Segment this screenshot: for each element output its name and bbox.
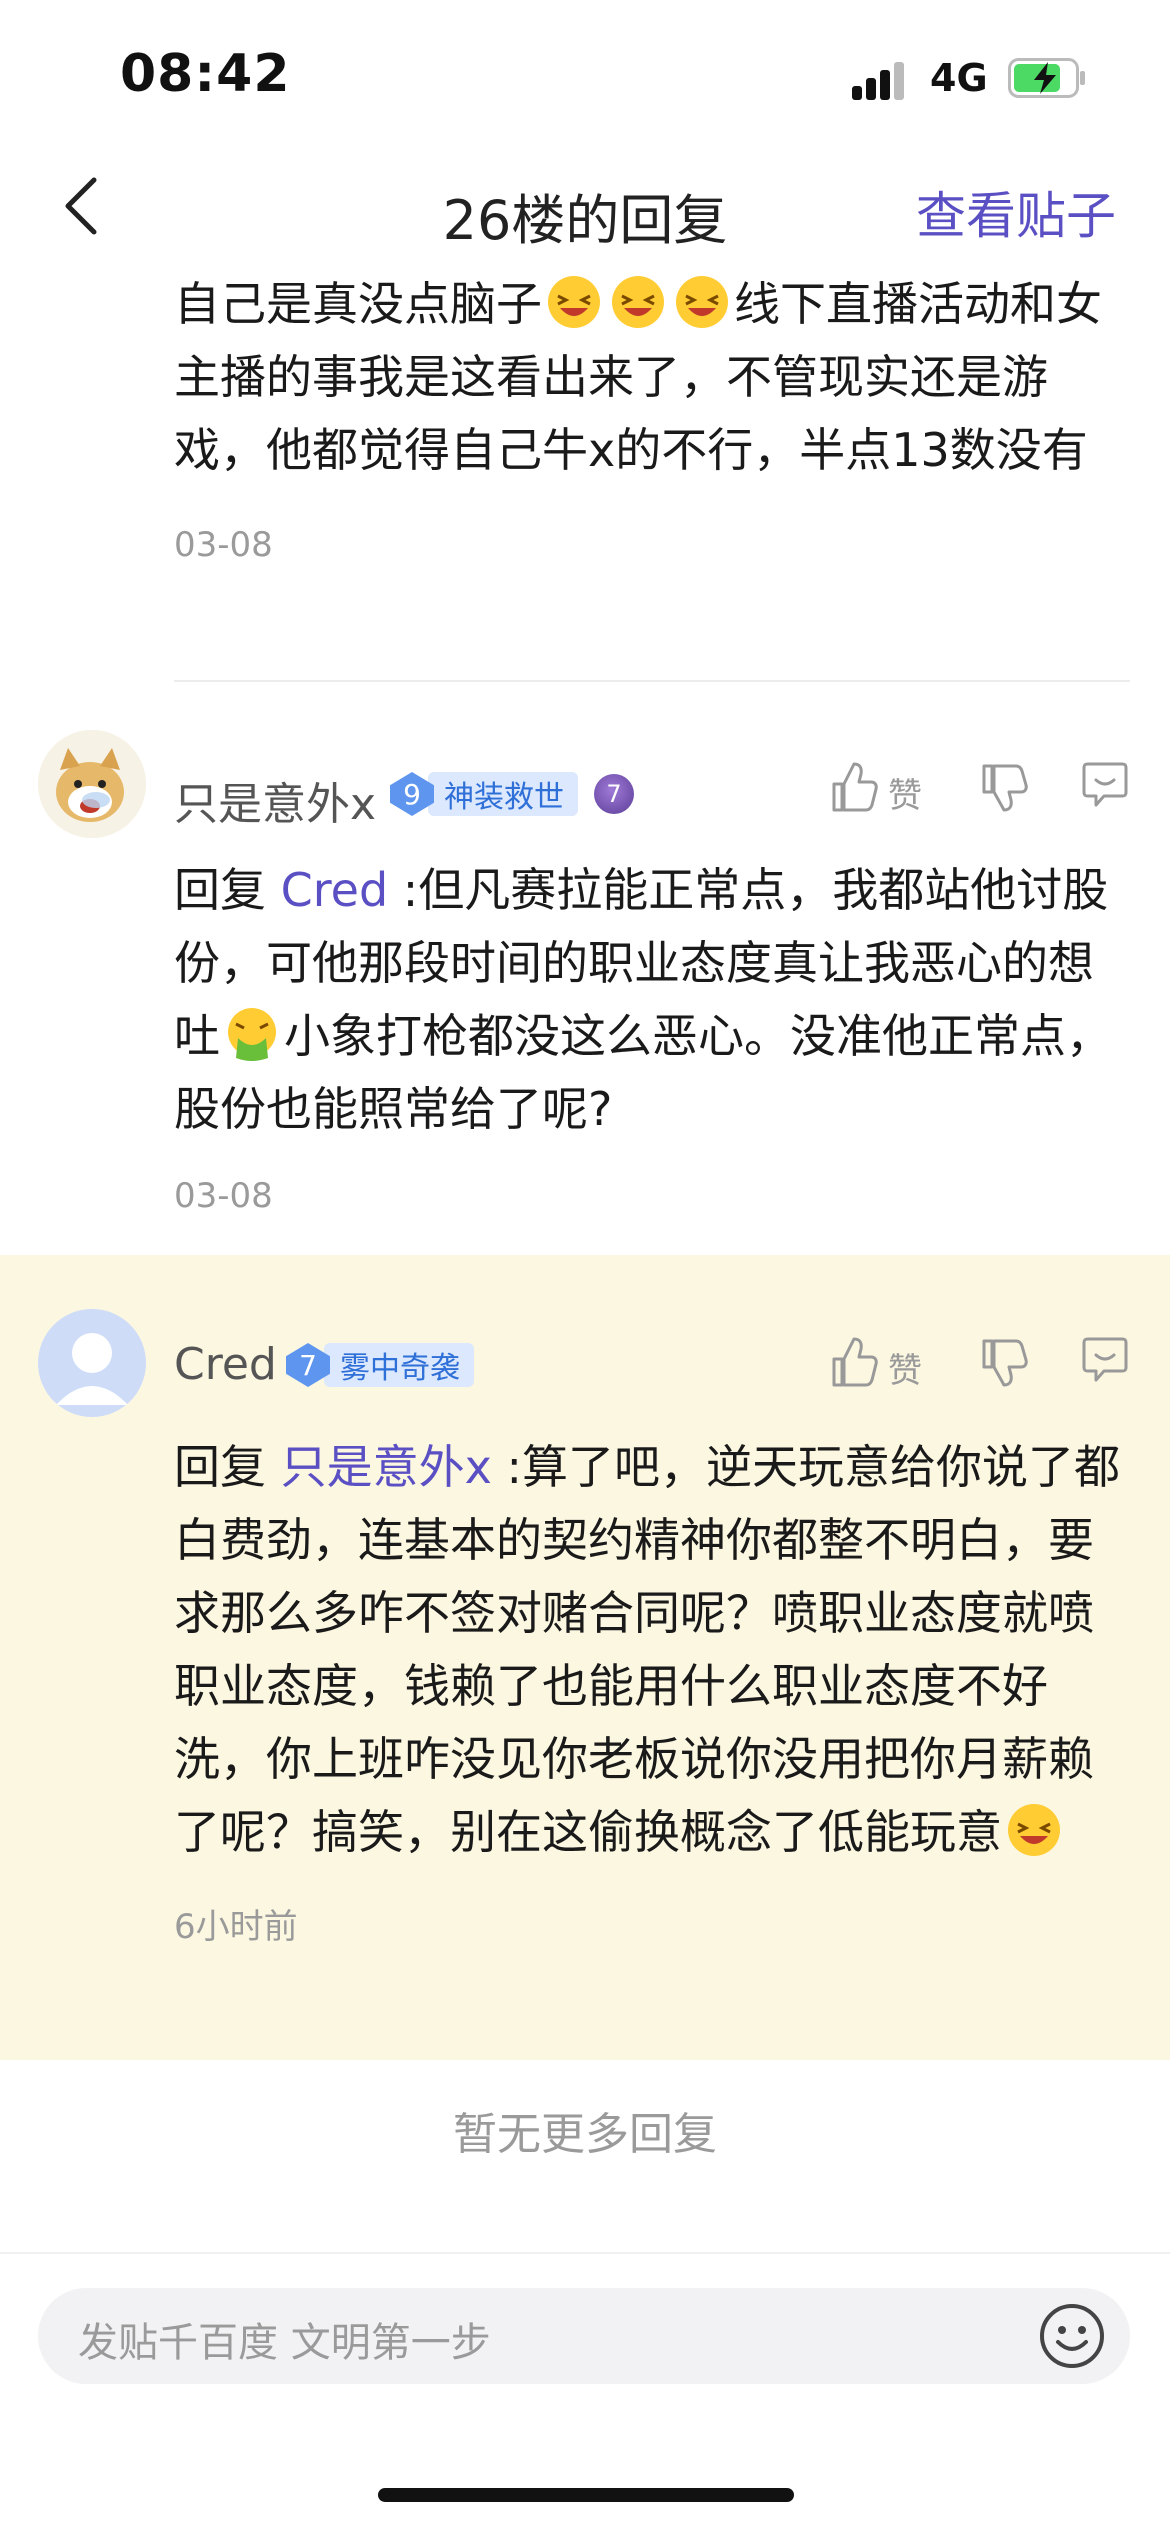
comment-actions: 赞 <box>830 760 1130 820</box>
signal-icon <box>852 60 912 100</box>
avatar[interactable] <box>38 1309 146 1417</box>
comment-actions: 赞 <box>830 1335 1130 1395</box>
level-title: 雾中奇袭 <box>324 1343 474 1387</box>
laughing-emoji <box>676 276 728 328</box>
comment-body: 回复 只是意外x :算了吧，逆天玩意给你说了都白费劲，连基本的契约精神你都整不明… <box>174 1431 1124 1948</box>
reply-mention[interactable]: Cred <box>281 863 389 917</box>
level-title: 神装救世 <box>428 772 578 816</box>
reply-prefix: 回复 <box>174 863 281 917</box>
comment-body: 回复 Cred :但凡赛拉能正常点，我都站他讨股份，可他那段时间的职业态度真让我… <box>174 854 1124 1216</box>
comment-text: 回复 只是意外x :算了吧，逆天玩意给你说了都白费劲，连基本的契约精神你都整不明… <box>174 1431 1124 1869</box>
comment-item-highlighted: Cred 7 雾中奇袭 赞 回复 只是意外x :算了吧，逆天玩意给你说了都白费劲… <box>0 1255 1170 2060</box>
no-more-replies: 暂无更多回复 <box>453 2109 717 2160</box>
top-comment: 自己是真没点脑子 线下直播活动和女主播的事我是这看出来了，不管现实还是游戏，他都觉… <box>174 268 1114 565</box>
reply-bubble-icon[interactable] <box>1080 1335 1130 1385</box>
comment-item: 只是意外x 9 神装救世 7 赞 回复 Cred :但凡赛拉能正常点，我都站他讨… <box>0 700 1170 1255</box>
divider <box>174 680 1130 682</box>
level-badge: 9 神装救世 <box>390 770 578 818</box>
network-type: 4G <box>930 56 988 100</box>
comment-text-part: 小象打枪都没这么恶心。没准他正常点，股份也能照常给了呢? <box>174 1009 1112 1136</box>
status-time: 08:42 <box>120 44 291 104</box>
comment-date: 03-08 <box>174 525 273 565</box>
divider <box>0 2252 1170 2254</box>
comment-date: 6小时前 <box>174 1907 298 1947</box>
laughing-emoji <box>548 276 600 328</box>
laughing-emoji <box>1008 1804 1060 1856</box>
comment-text: 回复 Cred :但凡赛拉能正常点，我都站他讨股份，可他那段时间的职业态度真让我… <box>174 854 1124 1146</box>
author-name[interactable]: Cred <box>174 1339 277 1390</box>
view-post-link[interactable]: 查看贴子 <box>916 176 1116 248</box>
avatar[interactable] <box>38 730 146 838</box>
thumbs-down-icon[interactable] <box>980 1335 1028 1389</box>
vomit-emoji <box>228 1008 276 1061</box>
default-avatar-icon <box>38 1309 146 1417</box>
home-indicator[interactable] <box>378 2488 794 2502</box>
honor-badge-icon: 7 <box>594 774 634 814</box>
reply-bubble-icon[interactable] <box>1080 760 1130 810</box>
comment-date: 03-08 <box>174 1176 273 1216</box>
nav-bar: 26楼的回复 查看贴子 <box>0 150 1170 260</box>
dog-avatar-icon <box>38 730 146 838</box>
laughing-emoji <box>612 276 664 328</box>
battery-charging-icon <box>1008 58 1085 98</box>
reply-input-placeholder: 发贴千百度 文明第一步 <box>78 2320 491 2366</box>
thumbs-up-icon[interactable] <box>830 1335 878 1389</box>
thumbs-down-icon[interactable] <box>980 760 1028 814</box>
emoji-icon[interactable] <box>1038 2302 1106 2370</box>
like-label[interactable]: 赞 <box>888 768 922 817</box>
comment-text-part: :算了吧，逆天玩意给你说了都白费劲，连基本的契约精神你都整不明白，要求那么多咋不… <box>174 1440 1120 1859</box>
author-name[interactable]: 只是意外x <box>174 768 376 832</box>
comment-text: 自己是真没点脑子 线下直播活动和女主播的事我是这看出来了，不管现实还是游戏，他都觉… <box>174 268 1114 487</box>
reply-prefix: 回复 <box>174 1440 281 1494</box>
reply-input[interactable]: 发贴千百度 文明第一步 <box>38 2288 1130 2384</box>
like-label[interactable]: 赞 <box>888 1343 922 1392</box>
level-badge: 7 雾中奇袭 <box>286 1341 474 1389</box>
status-bar: 08:42 4G <box>0 0 1170 150</box>
thumbs-up-icon[interactable] <box>830 760 878 814</box>
comment-text-part: 自己是真没点脑子 <box>174 277 542 331</box>
reply-mention[interactable]: 只是意外x <box>281 1440 492 1494</box>
